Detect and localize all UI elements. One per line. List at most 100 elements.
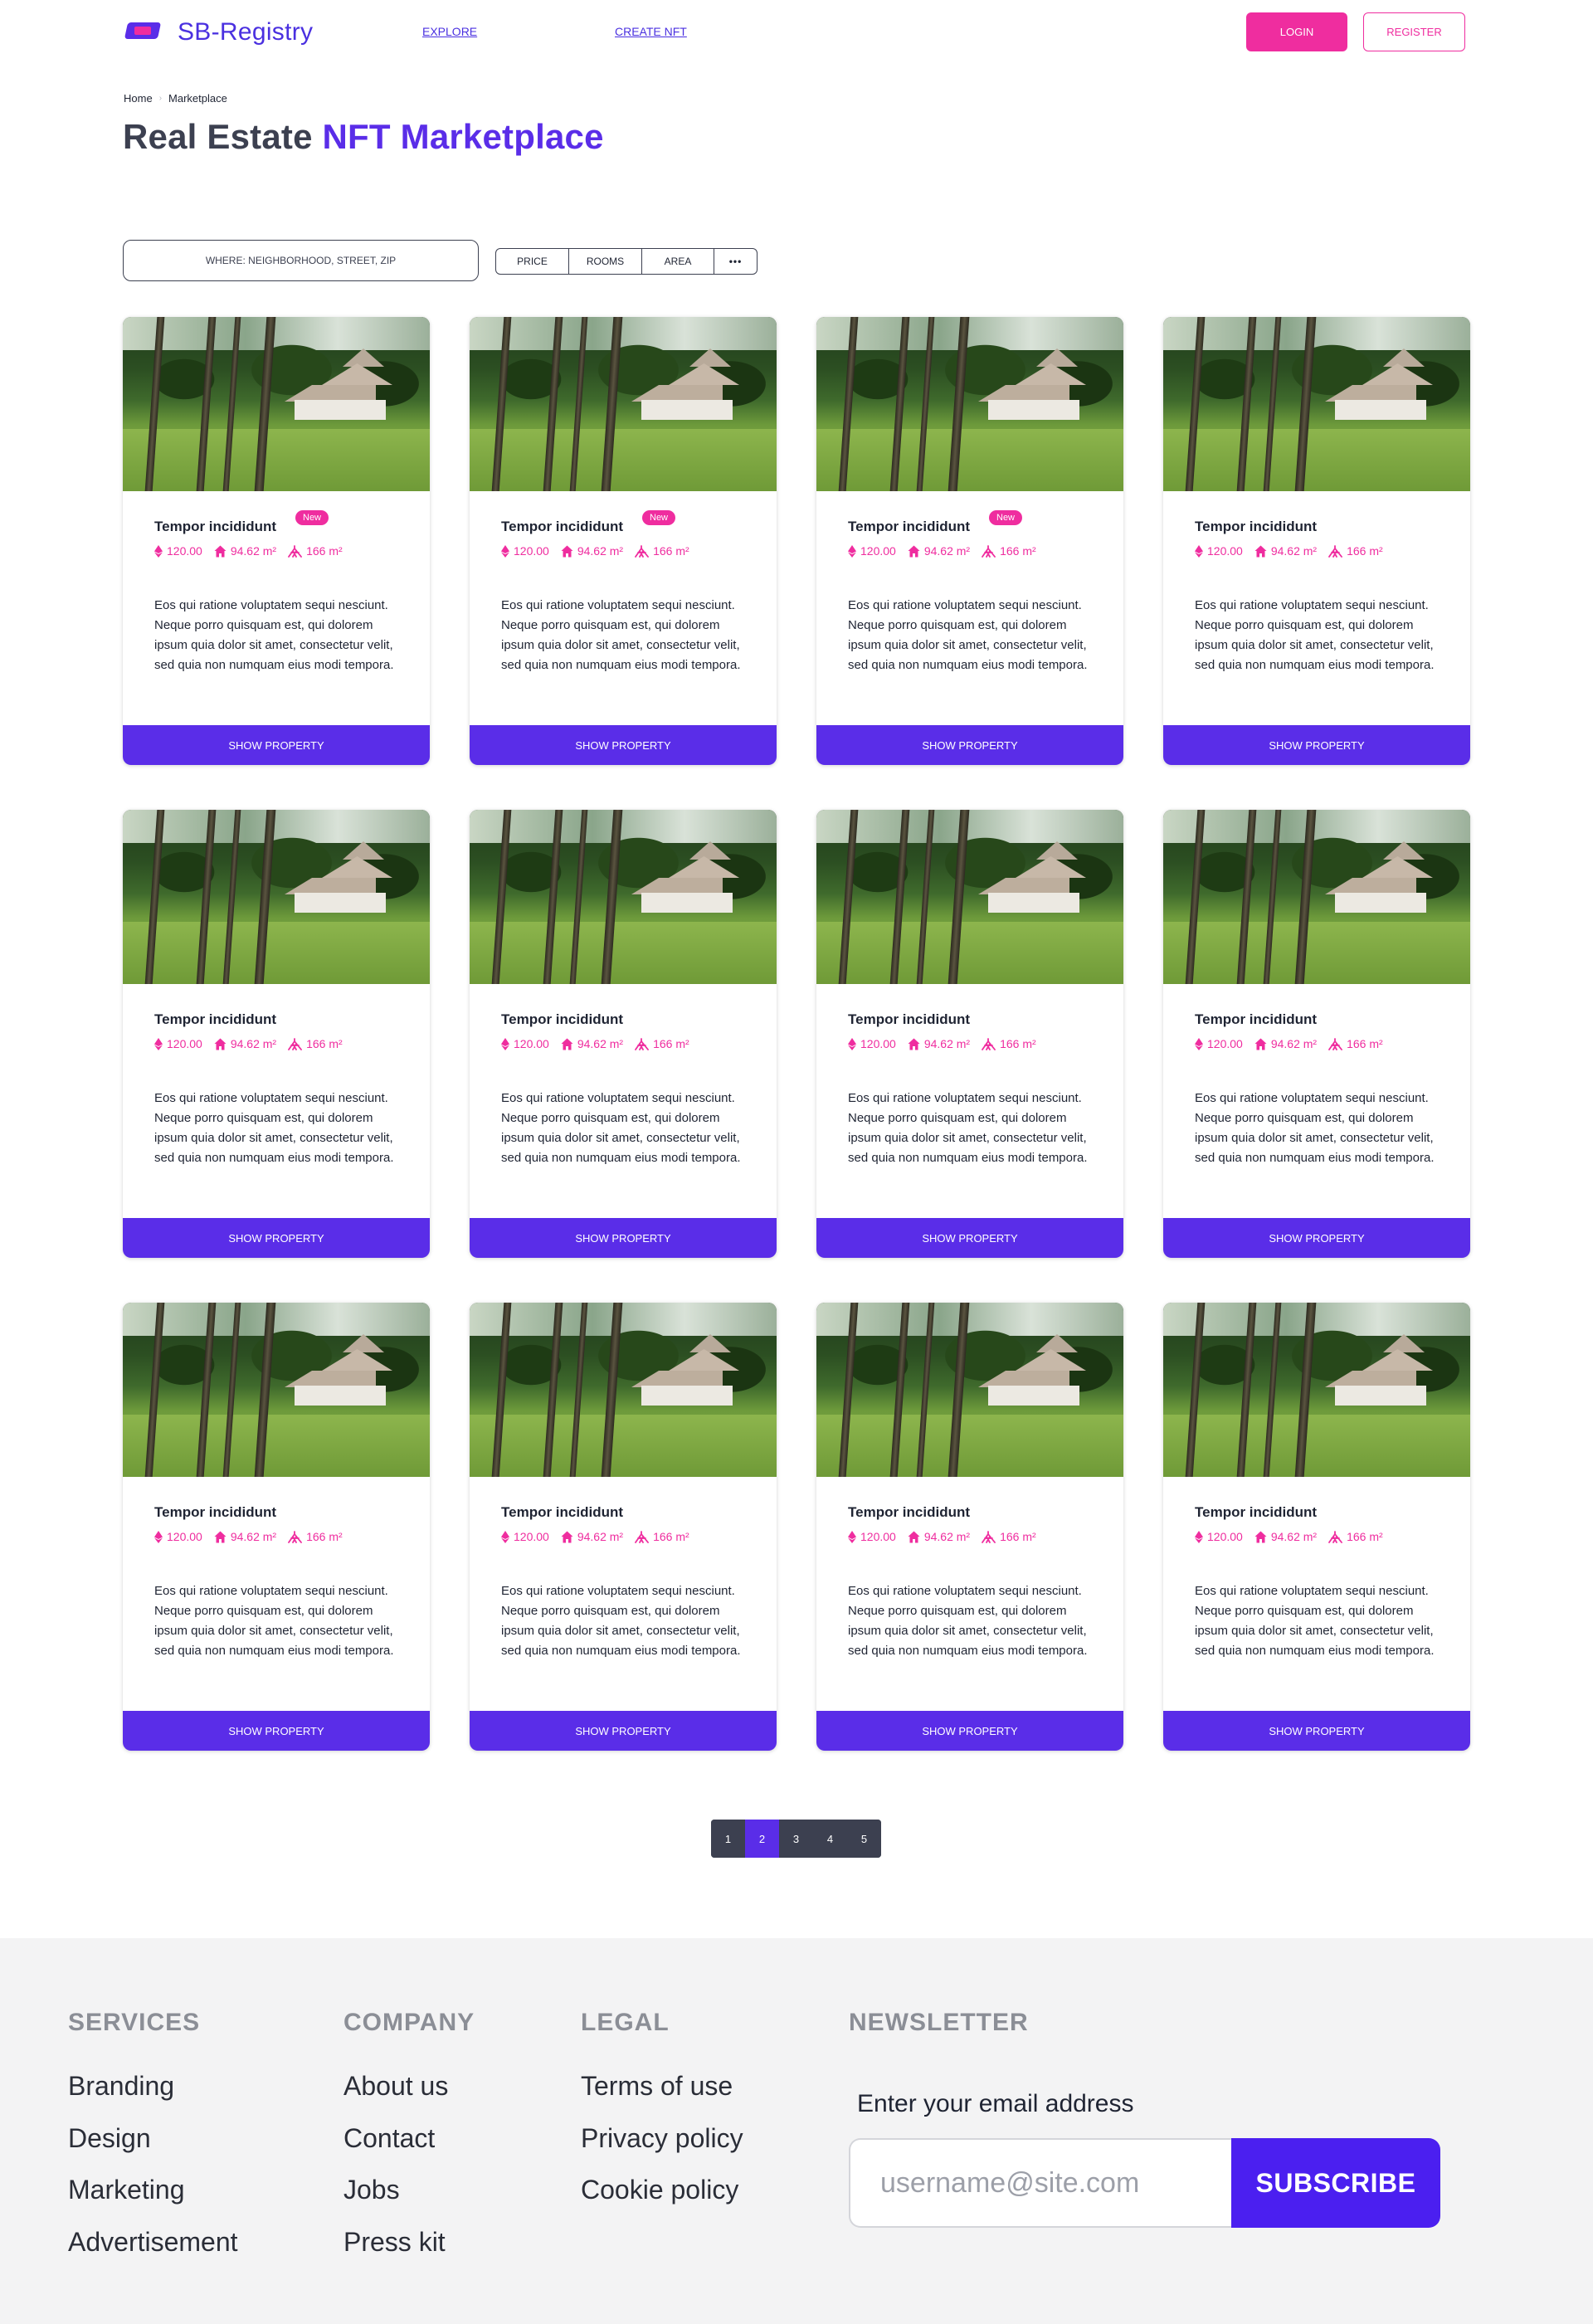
page-4-button[interactable]: 4 xyxy=(813,1820,847,1858)
home-icon xyxy=(908,545,920,557)
filter-rooms-button[interactable]: ROOMS xyxy=(569,249,642,274)
living-area-value: 94.62 m² xyxy=(923,1037,971,1050)
home-icon xyxy=(908,1531,920,1542)
footer-link-about[interactable]: About us xyxy=(343,2071,448,2123)
newsletter-email-input[interactable]: username@site.com xyxy=(849,2138,1232,2228)
property-image[interactable] xyxy=(816,317,1123,491)
property-description: Eos qui ratione voluptatem sequi nesciun… xyxy=(1195,1091,1435,1165)
footer-link-press-kit[interactable]: Press kit xyxy=(343,2227,448,2279)
footer-link-jobs[interactable]: Jobs xyxy=(343,2175,448,2227)
footer-link-design[interactable]: Design xyxy=(68,2123,238,2175)
footer-link-contact[interactable]: Contact xyxy=(343,2123,448,2175)
show-property-button[interactable]: SHOW PROPERTY xyxy=(816,1711,1123,1751)
show-property-button[interactable]: SHOW PROPERTY xyxy=(1163,725,1470,765)
home-icon xyxy=(1254,1531,1267,1542)
show-property-button[interactable]: SHOW PROPERTY xyxy=(123,1711,430,1751)
price-stat: 120.00 xyxy=(848,1530,896,1543)
living-area-value: 94.62 m² xyxy=(1270,544,1318,558)
property-stats: 120.00 94.62 m² 166 m² xyxy=(848,1037,1036,1050)
footer-company-heading: COMPANY xyxy=(343,2009,475,2036)
show-property-button[interactable]: SHOW PROPERTY xyxy=(470,725,777,765)
area-icon xyxy=(288,544,302,558)
living-area-stat: 94.62 m² xyxy=(1254,1530,1317,1543)
footer-link-advertisement[interactable]: Advertisement xyxy=(68,2227,238,2279)
property-image[interactable] xyxy=(123,1303,430,1477)
price-stat: 120.00 xyxy=(154,1037,202,1050)
property-title: Tempor incididunt xyxy=(848,519,971,534)
filter-area-button[interactable]: AREA xyxy=(642,249,714,274)
property-image[interactable] xyxy=(1163,317,1470,491)
property-stats: 120.00 94.62 m² 166 m² xyxy=(848,1530,1036,1543)
property-image[interactable] xyxy=(123,810,430,984)
area-icon xyxy=(1328,1530,1342,1543)
lot-area-stat: 166 m² xyxy=(1328,1037,1383,1050)
footer-link-terms[interactable]: Terms of use xyxy=(581,2071,743,2123)
show-property-button[interactable]: SHOW PROPERTY xyxy=(816,725,1123,765)
property-stats: 120.00 94.62 m² 166 m² xyxy=(501,544,689,558)
property-image[interactable] xyxy=(470,810,777,984)
property-image[interactable] xyxy=(470,317,777,491)
show-property-button[interactable]: SHOW PROPERTY xyxy=(1163,1711,1470,1751)
property-card: Tempor incididunt New 120.00 94.62 m² 16… xyxy=(470,317,777,765)
nav-create-nft-link[interactable]: CREATE NFT xyxy=(615,25,687,38)
price-value: 120.00 xyxy=(514,544,549,558)
new-badge: New xyxy=(989,510,1023,525)
property-image[interactable] xyxy=(1163,810,1470,984)
property-description: Eos qui ratione voluptatem sequi nesciun… xyxy=(1195,598,1435,672)
property-image[interactable] xyxy=(1163,1303,1470,1477)
lot-area-value: 166 m² xyxy=(1347,1530,1383,1543)
subscribe-button[interactable]: SUBSCRIBE xyxy=(1231,2138,1440,2228)
home-icon xyxy=(561,1038,573,1050)
brand-logo[interactable]: SB-Registry xyxy=(123,18,313,46)
lot-area-stat: 166 m² xyxy=(288,1037,343,1050)
ethereum-icon xyxy=(848,1037,856,1050)
home-icon xyxy=(214,1038,227,1050)
living-area-stat: 94.62 m² xyxy=(214,544,276,558)
show-property-button[interactable]: SHOW PROPERTY xyxy=(123,1218,430,1258)
price-value: 120.00 xyxy=(167,1530,202,1543)
lot-area-value: 166 m² xyxy=(1000,1037,1036,1050)
location-search-input[interactable]: WHERE: NEIGHBORHOOD, STREET, ZIP xyxy=(123,240,479,281)
footer-link-privacy[interactable]: Privacy policy xyxy=(581,2123,743,2175)
price-value: 120.00 xyxy=(860,544,896,558)
property-image[interactable] xyxy=(816,810,1123,984)
ethereum-icon xyxy=(154,1037,163,1050)
show-property-button[interactable]: SHOW PROPERTY xyxy=(1163,1218,1470,1258)
more-filters-icon[interactable]: ••• xyxy=(714,249,757,274)
property-card: Tempor incididunt 120.00 94.62 m² 166 m²… xyxy=(1163,1303,1470,1751)
property-image[interactable] xyxy=(470,1303,777,1477)
property-stats: 120.00 94.62 m² 166 m² xyxy=(501,1530,689,1543)
lot-area-value: 166 m² xyxy=(306,544,343,558)
property-title: Tempor incididunt xyxy=(501,1504,624,1520)
login-button[interactable]: LOGIN xyxy=(1246,12,1347,51)
register-button[interactable]: REGISTER xyxy=(1363,12,1465,51)
filter-price-button[interactable]: PRICE xyxy=(496,249,569,274)
footer-services-heading: SERVICES xyxy=(68,2009,201,2036)
property-image[interactable] xyxy=(123,317,430,491)
page-2-button[interactable]: 2 xyxy=(745,1820,779,1858)
page-1-button[interactable]: 1 xyxy=(711,1820,745,1858)
footer-link-branding[interactable]: Branding xyxy=(68,2071,238,2123)
lot-area-value: 166 m² xyxy=(653,544,689,558)
price-value: 120.00 xyxy=(1207,1530,1243,1543)
logo-text: SB-Registry xyxy=(178,18,314,46)
breadcrumb-home[interactable]: Home xyxy=(124,92,153,105)
property-title: Tempor incididunt xyxy=(848,1504,971,1520)
property-card: Tempor incididunt 120.00 94.62 m² 166 m²… xyxy=(470,810,777,1258)
footer-link-cookie[interactable]: Cookie policy xyxy=(581,2175,743,2227)
show-property-button[interactable]: SHOW PROPERTY xyxy=(470,1711,777,1751)
page-3-button[interactable]: 3 xyxy=(779,1820,813,1858)
show-property-button[interactable]: SHOW PROPERTY xyxy=(123,725,430,765)
area-icon xyxy=(982,544,996,558)
lot-area-stat: 166 m² xyxy=(288,544,343,558)
new-badge: New xyxy=(295,510,329,525)
lot-area-value: 166 m² xyxy=(653,1530,689,1543)
lot-area-stat: 166 m² xyxy=(982,1037,1036,1050)
show-property-button[interactable]: SHOW PROPERTY xyxy=(816,1218,1123,1258)
nav-explore-link[interactable]: EXPLORE xyxy=(422,25,477,38)
property-image[interactable] xyxy=(816,1303,1123,1477)
footer-link-marketing[interactable]: Marketing xyxy=(68,2175,238,2227)
page-5-button[interactable]: 5 xyxy=(847,1820,881,1858)
show-property-button[interactable]: SHOW PROPERTY xyxy=(470,1218,777,1258)
lot-area-stat: 166 m² xyxy=(635,1037,689,1050)
